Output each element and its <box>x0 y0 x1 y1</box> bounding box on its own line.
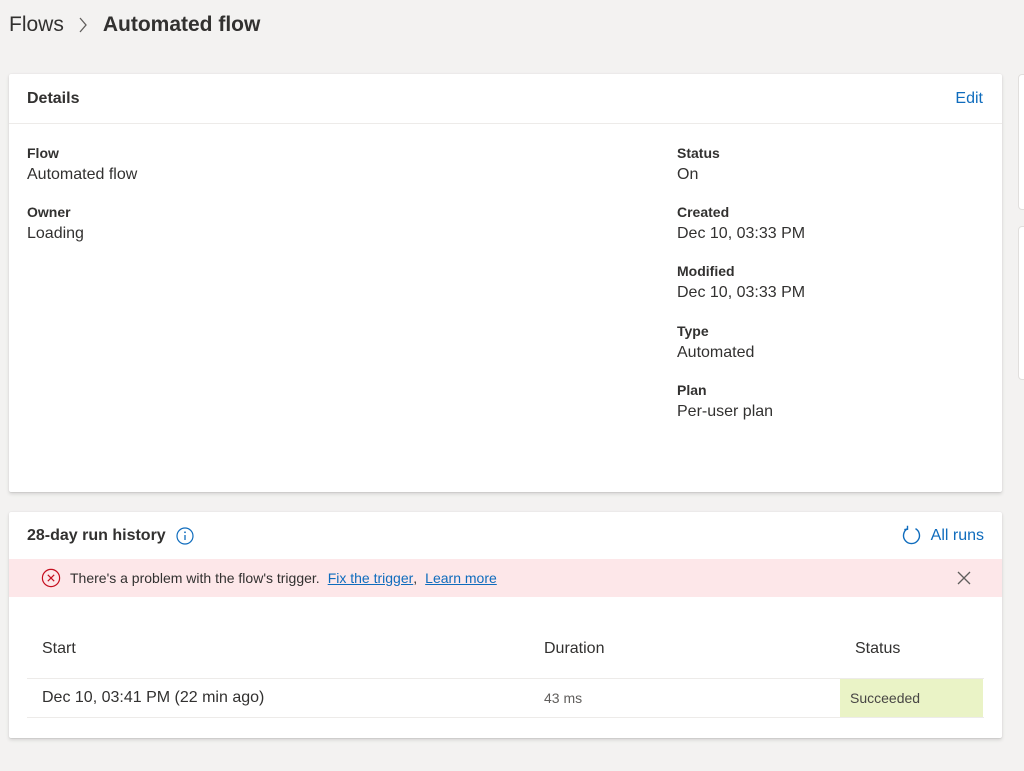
field-modified-label: Modified <box>677 263 735 279</box>
field-owner-label: Owner <box>27 204 71 220</box>
field-plan-value: Per-user plan <box>677 403 774 420</box>
info-icon[interactable] <box>176 527 194 545</box>
breadcrumb: Flows Automated flow <box>9 10 260 40</box>
field-created: Created Dec 10, 03:33 PM <box>677 203 805 245</box>
run-history-header: 28-day run history <box>27 527 194 545</box>
run-duration-cell: 43 ms <box>544 690 583 706</box>
field-flow: Flow Automated flow <box>27 144 137 186</box>
run-history-title: 28-day run history <box>27 527 166 544</box>
run-status-badge: Succeeded <box>840 679 983 717</box>
field-owner: Owner Loading <box>27 203 84 245</box>
field-created-label: Created <box>677 204 730 220</box>
learn-more-link[interactable]: Learn more <box>425 570 497 586</box>
link-separator: , <box>413 570 418 586</box>
run-start-cell[interactable]: Dec 10, 03:41 PM (22 min ago) <box>42 679 264 717</box>
error-circle-icon <box>41 568 61 588</box>
error-message: There's a problem with the flow's trigge… <box>70 570 320 586</box>
close-icon[interactable] <box>957 571 971 585</box>
details-title: Details <box>27 90 80 107</box>
field-type-value: Automated <box>677 344 755 361</box>
field-status-value: On <box>677 166 699 183</box>
side-panel-fragment <box>1018 74 1024 210</box>
field-flow-label: Flow <box>27 145 59 161</box>
field-owner-value: Loading <box>27 225 84 242</box>
field-created-value: Dec 10, 03:33 PM <box>677 225 806 242</box>
column-header-duration[interactable]: Duration <box>544 640 604 658</box>
details-header: Details Edit <box>9 74 1002 124</box>
details-card: Details Edit Flow Automated flow Owner L… <box>9 74 1002 492</box>
edit-button[interactable]: Edit <box>955 90 983 108</box>
fix-trigger-link[interactable]: Fix the trigger <box>328 570 414 586</box>
field-modified-value: Dec 10, 03:33 PM <box>677 284 806 301</box>
field-type-label: Type <box>677 323 709 339</box>
runs-table: Start Duration Status Dec 10, 03:41 PM (… <box>27 628 984 718</box>
field-type: Type Automated <box>677 322 754 364</box>
field-plan: Plan Per-user plan <box>677 381 773 423</box>
chevron-right-icon <box>79 17 87 33</box>
run-history-card: 28-day run history All runs There's a pr… <box>9 512 1002 738</box>
all-runs-label: All runs <box>930 526 984 544</box>
refresh-icon <box>902 525 920 545</box>
field-plan-label: Plan <box>677 382 707 398</box>
column-header-status[interactable]: Status <box>855 640 900 658</box>
side-panel-fragment <box>1018 226 1024 380</box>
page-title: Automated flow <box>102 13 261 36</box>
field-modified: Modified Dec 10, 03:33 PM <box>677 262 805 304</box>
trigger-error-bar: There's a problem with the flow's trigge… <box>9 559 1002 597</box>
field-status: Status On <box>677 144 720 186</box>
column-header-start[interactable]: Start <box>42 640 76 658</box>
field-status-label: Status <box>677 145 720 161</box>
table-row[interactable]: Dec 10, 03:41 PM (22 min ago) 43 ms Succ… <box>27 679 984 718</box>
field-flow-value: Automated flow <box>27 166 138 183</box>
breadcrumb-flows-link[interactable]: Flows <box>9 13 64 37</box>
table-header-row: Start Duration Status <box>27 628 984 679</box>
all-runs-button[interactable]: All runs <box>901 525 984 546</box>
